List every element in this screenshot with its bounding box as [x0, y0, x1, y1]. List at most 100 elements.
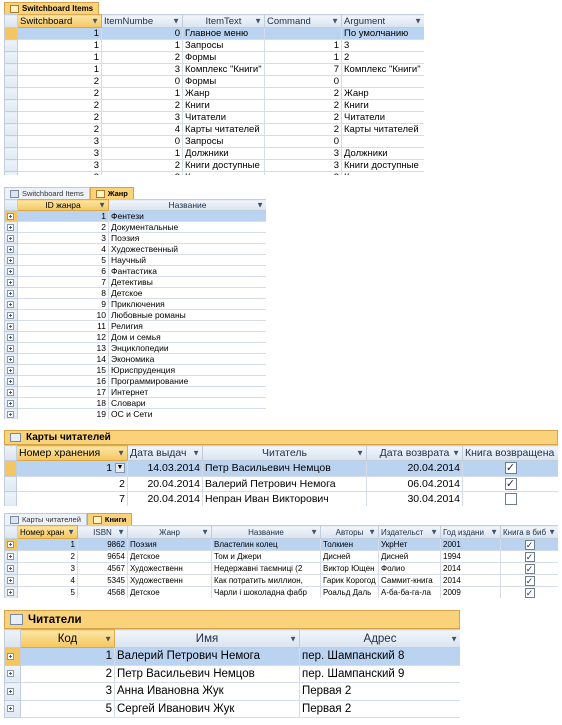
cell[interactable]: 3 [101, 111, 183, 124]
cell[interactable]: Виктор Ющен [320, 562, 379, 575]
record-selector[interactable] [4, 408, 18, 419]
cell[interactable]: Детское [127, 586, 212, 598]
cell[interactable]: 19 [17, 408, 109, 419]
cell[interactable]: УкрНет [378, 538, 441, 551]
table-row[interactable]: 19 ОС и Сети [4, 408, 266, 419]
cell[interactable]: 2 [17, 87, 102, 100]
select-all-corner[interactable] [4, 525, 18, 539]
cell[interactable]: Карты читателей [341, 123, 424, 136]
record-selector[interactable] [4, 475, 17, 492]
table-row[interactable]: 1 2 Формы 1 2 [4, 51, 424, 64]
record-selector[interactable] [4, 320, 18, 332]
cell[interactable]: 2 [264, 111, 342, 124]
expand-icon[interactable] [7, 565, 14, 573]
cell[interactable]: Фентези [108, 210, 266, 222]
cell[interactable]: Детективы [108, 276, 266, 288]
cell[interactable]: ОС и Сети [108, 408, 266, 419]
record-selector[interactable] [4, 75, 18, 88]
cell[interactable]: 15 [17, 364, 109, 376]
cell[interactable]: Должники [182, 147, 265, 160]
cell[interactable]: 2 [17, 123, 102, 136]
cell[interactable]: 2 [20, 664, 115, 683]
column-header[interactable]: Читатель ▼ [202, 445, 367, 461]
chevron-down-icon[interactable]: ▼ [331, 17, 339, 26]
combo-cell[interactable]: 1 ▼ [16, 460, 128, 477]
combo-cell[interactable]: 2 [16, 475, 128, 492]
cell[interactable]: Запросы [182, 39, 265, 52]
cell[interactable]: Фолио [378, 562, 441, 575]
cell[interactable]: Юриспруденция [108, 364, 266, 376]
column-header[interactable]: ISBN ▼ [77, 525, 128, 539]
table-row[interactable]: 1 0 Главное меню По умолчанию [4, 27, 424, 40]
cell[interactable]: Религия [108, 320, 266, 332]
cell[interactable]: Анна Ивановна Жук [114, 682, 300, 701]
cell[interactable]: Формы [182, 75, 265, 88]
record-selector[interactable] [4, 586, 18, 598]
column-header[interactable]: Номер хран ▼ [17, 525, 78, 539]
record-selector[interactable] [4, 298, 18, 310]
cell[interactable]: 1 [17, 63, 102, 76]
record-selector[interactable] [4, 39, 18, 52]
checkbox[interactable]: ✓ [524, 587, 535, 598]
cell[interactable]: 1 [101, 87, 183, 100]
checkbox[interactable]: ✓ [504, 462, 517, 475]
table-row[interactable]: 8 Детское [4, 287, 266, 299]
cell[interactable]: Гарик Корогод [320, 574, 379, 587]
cell[interactable]: 2009 [440, 586, 501, 598]
chevron-down-icon[interactable]: ▼ [430, 528, 438, 537]
checkbox[interactable]: ✓ [524, 563, 535, 574]
record-selector[interactable] [4, 51, 18, 64]
expand-icon[interactable] [7, 378, 14, 386]
cell[interactable]: 1 [17, 51, 102, 64]
table-row[interactable]: 11 Религия [4, 320, 266, 332]
cell[interactable]: По умолчанию [341, 27, 424, 40]
cell[interactable]: Читатели [341, 111, 424, 124]
expand-icon[interactable] [7, 312, 14, 320]
cell[interactable]: Художественн [127, 574, 212, 587]
cell[interactable]: 1 [17, 39, 102, 52]
cell[interactable]: 3 [17, 232, 109, 244]
column-header[interactable]: Название ▼ [108, 199, 266, 211]
cell[interactable]: 2 [17, 111, 102, 124]
checkbox-cell[interactable] [462, 491, 558, 506]
column-header[interactable]: Издательст ▼ [378, 525, 441, 539]
cell[interactable]: 2 [17, 550, 78, 563]
table-row[interactable]: 2 3 Читатели 2 Читатели [4, 111, 424, 124]
cell[interactable] [264, 27, 342, 40]
table-row[interactable]: 4 5345 Художественн Как потратить миллион, Г… [4, 574, 558, 587]
table-row[interactable]: 4 Художественный [4, 243, 266, 255]
table-row[interactable]: 10 Любовные романы [4, 309, 266, 321]
cell[interactable]: Научный [108, 254, 266, 266]
table-row[interactable]: 15 Юриспруденция [4, 364, 266, 376]
cell[interactable]: 3 [264, 171, 342, 175]
table-row[interactable]: 14 Экономика [4, 353, 266, 365]
cell[interactable]: 7 [264, 63, 342, 76]
expand-icon[interactable] [7, 589, 14, 597]
cell[interactable] [341, 75, 424, 88]
cell[interactable]: 3 [17, 562, 78, 575]
cell[interactable]: 5 [17, 254, 109, 266]
expand-icon[interactable] [7, 652, 14, 660]
cell[interactable]: 3 [17, 171, 102, 175]
chevron-down-icon[interactable]: ▼ [117, 528, 125, 537]
tab-switchboard-items[interactable]: Switchboard Items [4, 2, 100, 14]
chevron-down-icon[interactable]: ▼ [254, 17, 262, 26]
cell[interactable]: 17 [17, 386, 109, 398]
column-header[interactable]: Номер хранения ▼ [16, 445, 128, 461]
cell[interactable]: 3 [101, 171, 183, 175]
table-row[interactable]: 3 4567 Художественн Недержавні таємниці (2 В… [4, 562, 558, 575]
cell[interactable]: Фантастика [108, 265, 266, 277]
cell[interactable]: 2 [101, 159, 183, 172]
expand-icon[interactable] [7, 705, 14, 713]
cell[interactable]: 4 [17, 574, 78, 587]
cell[interactable]: Непран Иван Викторович [202, 491, 367, 506]
table-row[interactable]: 2 0 Формы 0 [4, 75, 424, 88]
cell[interactable]: 9862 [77, 538, 128, 551]
cell[interactable]: Чарли і шоколадна фабр [211, 586, 321, 598]
checkbox[interactable]: ✓ [524, 539, 535, 550]
cell[interactable]: 0 [101, 75, 183, 88]
record-selector[interactable] [4, 538, 18, 551]
cell[interactable]: пер. Шампанский 9 [299, 664, 460, 683]
record-selector[interactable] [4, 27, 18, 40]
cell[interactable]: Книги [341, 99, 424, 112]
